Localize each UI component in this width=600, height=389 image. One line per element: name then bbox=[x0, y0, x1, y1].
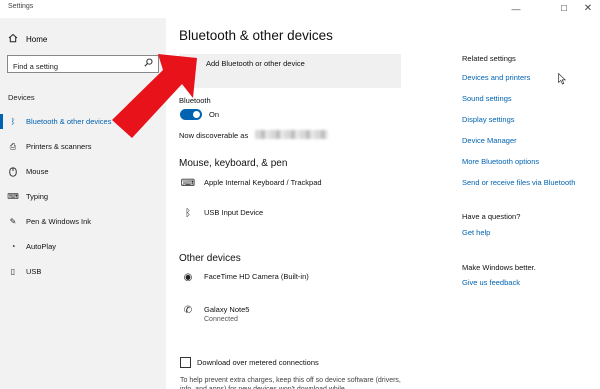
sidebar-item-usb[interactable]: ▯ USB bbox=[0, 259, 166, 284]
device-name: Galaxy Note5 bbox=[204, 305, 250, 314]
sidebar-item-autoplay[interactable]: ◔ AutoPlay bbox=[0, 234, 166, 259]
mouse-keyboard-pen-heading: Mouse, keyboard, & pen bbox=[179, 158, 288, 169]
link-give-feedback[interactable]: Give us feedback bbox=[462, 278, 520, 287]
minimize-button[interactable]: — bbox=[504, 0, 528, 18]
sidebar-item-label: Typing bbox=[26, 192, 49, 201]
sidebar-item-label: USB bbox=[26, 267, 42, 276]
phone-icon: ✆ bbox=[183, 305, 193, 316]
device-status: Connected bbox=[204, 316, 238, 323]
keyboard-icon: ⌨ bbox=[180, 178, 196, 189]
device-usb-input[interactable]: ᛒ USB Input Device bbox=[179, 208, 263, 219]
close-button[interactable]: ✕ bbox=[576, 0, 600, 18]
home-label: Home bbox=[26, 34, 48, 44]
metered-connections-checkbox[interactable] bbox=[180, 357, 191, 368]
link-send-receive-files[interactable]: Send or receive files via Bluetooth bbox=[462, 178, 575, 187]
mouse-cursor-icon bbox=[558, 73, 566, 85]
sidebar-item-label: Printers & scanners bbox=[26, 142, 92, 151]
feedback-heading: Make Windows better. bbox=[462, 263, 536, 272]
related-settings-heading: Related settings bbox=[462, 54, 516, 63]
camera-icon: ◉ bbox=[183, 272, 193, 283]
link-get-help[interactable]: Get help bbox=[462, 228, 490, 237]
metered-help-text: To help prevent extra charges, keep this… bbox=[180, 377, 401, 389]
link-more-bluetooth-options[interactable]: More Bluetooth options bbox=[462, 157, 539, 166]
other-devices-heading: Other devices bbox=[179, 253, 241, 264]
title-bar: Settings — ☐ ✕ bbox=[0, 0, 600, 18]
link-devices-and-printers[interactable]: Devices and printers bbox=[462, 73, 530, 82]
sidebar-item-label: Bluetooth & other devices bbox=[26, 117, 112, 126]
add-device-label: Add Bluetooth or other device bbox=[206, 59, 305, 68]
device-galaxy-note5[interactable]: ✆ Galaxy Note5 Connected bbox=[179, 305, 250, 323]
link-display-settings[interactable]: Display settings bbox=[462, 115, 515, 124]
device-name: USB Input Device bbox=[204, 208, 264, 217]
add-device-button[interactable]: + Add Bluetooth or other device bbox=[179, 54, 401, 88]
bluetooth-icon: ᛒ bbox=[10, 117, 16, 126]
sidebar-item-label: Pen & Windows Ink bbox=[26, 217, 92, 226]
mouse-icon bbox=[8, 166, 18, 177]
device-facetime-camera[interactable]: ◉ FaceTime HD Camera (Built-in) bbox=[179, 272, 309, 283]
sidebar-item-pen[interactable]: ✎ Pen & Windows Ink bbox=[0, 209, 166, 234]
bluetooth-toggle-state: On bbox=[209, 110, 220, 119]
device-name: Apple Internal Keyboard / Trackpad bbox=[204, 178, 322, 187]
sidebar-item-mouse[interactable]: Mouse bbox=[0, 159, 166, 184]
keyboard-icon: ⌨ bbox=[7, 192, 19, 201]
metered-connections-option[interactable]: Download over metered connections bbox=[180, 357, 319, 368]
sidebar-item-typing[interactable]: ⌨ Typing bbox=[0, 184, 166, 209]
printer-icon: ⎙ bbox=[9, 141, 17, 151]
bluetooth-icon: ᛒ bbox=[185, 208, 191, 219]
sidebar-item-label: Mouse bbox=[26, 167, 49, 176]
link-sound-settings[interactable]: Sound settings bbox=[462, 94, 512, 103]
device-name: FaceTime HD Camera (Built-in) bbox=[204, 272, 309, 281]
pen-icon: ✎ bbox=[9, 217, 17, 226]
sidebar-item-label: AutoPlay bbox=[26, 242, 57, 251]
metered-connections-label: Download over metered connections bbox=[197, 358, 319, 367]
redacted-device-name bbox=[255, 130, 328, 139]
question-heading: Have a question? bbox=[462, 212, 521, 221]
red-arrow-shape bbox=[112, 54, 197, 138]
link-device-manager[interactable]: Device Manager bbox=[462, 136, 517, 145]
home-icon bbox=[8, 33, 20, 45]
maximize-button[interactable]: ☐ bbox=[552, 0, 576, 18]
window-title: Settings bbox=[8, 3, 34, 10]
usb-icon: ▯ bbox=[10, 267, 16, 276]
device-keyboard-trackpad[interactable]: ⌨ Apple Internal Keyboard / Trackpad bbox=[179, 178, 322, 189]
red-arrow-icon bbox=[112, 54, 197, 138]
home-nav-item[interactable]: Home bbox=[8, 32, 47, 46]
page-title: Bluetooth & other devices bbox=[179, 28, 333, 43]
autoplay-icon: ◔ bbox=[10, 242, 16, 251]
sidebar-category-devices: Devices bbox=[8, 93, 35, 102]
